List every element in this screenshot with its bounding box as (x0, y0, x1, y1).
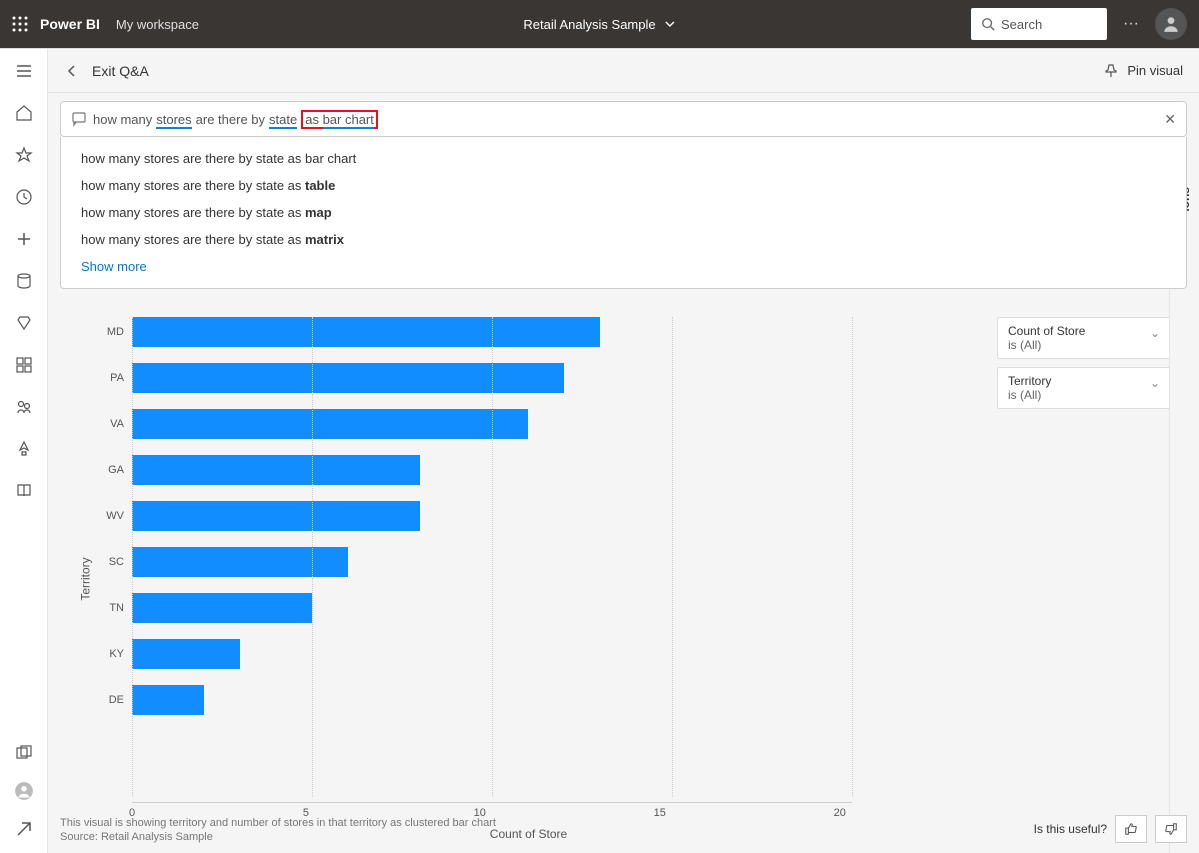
bar-row[interactable]: SC (132, 547, 997, 577)
useful-prompt: Is this useful? (1034, 822, 1107, 836)
y-axis-label: Territory (79, 557, 93, 600)
clear-icon[interactable]: ✕ (1164, 111, 1176, 128)
thumbs-up-icon (1124, 822, 1138, 836)
bar-row[interactable]: DE (132, 685, 997, 715)
main-canvas: Exit Q&A Pin visual how many stores are … (48, 49, 1199, 853)
bar-category-label: KY (96, 648, 124, 660)
hamburger-icon[interactable] (14, 61, 34, 81)
global-header: Power BI My workspace Retail Analysis Sa… (0, 0, 1199, 48)
goals-icon[interactable] (14, 313, 34, 333)
gridline (132, 317, 133, 797)
search-input[interactable]: Search (971, 8, 1107, 40)
report-title[interactable]: Retail Analysis Sample (523, 17, 675, 32)
bar-row[interactable]: PA (132, 363, 997, 393)
thumbs-up-button[interactable] (1115, 815, 1147, 843)
chat-icon (71, 111, 87, 127)
bar-row[interactable]: GA (132, 455, 997, 485)
bar-category-label: DE (96, 694, 124, 706)
report-title-text: Retail Analysis Sample (523, 17, 655, 32)
learn-icon[interactable] (14, 481, 34, 501)
workspace-label[interactable]: My workspace (116, 17, 199, 32)
bar-category-label: GA (96, 464, 124, 476)
bar-category-label: MD (96, 326, 124, 338)
bar-rect[interactable] (132, 501, 420, 531)
recent-icon[interactable] (14, 187, 34, 207)
bar-row[interactable]: MD (132, 317, 997, 347)
suggestion-row[interactable]: how many stores are there by state as ta… (81, 172, 1166, 199)
user-avatar[interactable] (1155, 8, 1187, 40)
gridline (492, 317, 493, 797)
command-bar: Exit Q&A Pin visual (48, 49, 1199, 93)
brand-label: Power BI (40, 16, 100, 32)
more-options-icon[interactable]: ··· (1119, 11, 1143, 37)
gridline (672, 317, 673, 797)
thumbs-down-icon (1164, 822, 1178, 836)
bar-row[interactable]: KY (132, 639, 997, 669)
left-nav-rail (0, 49, 48, 853)
bar-category-label: PA (96, 372, 124, 384)
deployment-icon[interactable] (14, 439, 34, 459)
person-icon (1162, 15, 1180, 33)
qna-input[interactable]: how many stores are there by state as ba… (60, 101, 1187, 137)
footer-info: This visual is showing territory and num… (60, 815, 1187, 843)
gridline (852, 317, 853, 797)
pin-visual-button[interactable]: Pin visual (1103, 63, 1183, 79)
show-more-link[interactable]: Show more (81, 253, 1166, 276)
bar-category-label: VA (96, 418, 124, 430)
pin-icon (1103, 63, 1119, 79)
bar-rect[interactable] (132, 455, 420, 485)
pin-label: Pin visual (1127, 63, 1183, 78)
filter-card[interactable]: Count of Storeis (All)⌄◇ (997, 317, 1187, 359)
create-icon[interactable] (14, 229, 34, 249)
bar-category-label: WV (96, 510, 124, 522)
bar-rect[interactable] (132, 363, 564, 393)
bar-category-label: TN (96, 602, 124, 614)
gridline (312, 317, 313, 797)
filter-value: is (All) (1008, 338, 1176, 352)
my-workspace-icon[interactable] (14, 781, 34, 801)
filters-panel: Count of Storeis (All)⌄◇ Territoryis (All… (997, 317, 1187, 841)
visual-description: This visual is showing territory and num… (60, 817, 496, 829)
search-placeholder: Search (1001, 17, 1042, 32)
chevron-down-icon[interactable]: ⌄ (1150, 326, 1160, 340)
app-launcher-icon[interactable] (12, 16, 28, 32)
thumbs-down-button[interactable] (1155, 815, 1187, 843)
bar-rect[interactable] (132, 409, 528, 439)
workspaces-icon[interactable] (14, 743, 34, 763)
suggestion-dropdown: how many stores are there by state as ba… (60, 137, 1187, 289)
back-chevron-icon (64, 63, 80, 79)
filter-card[interactable]: Territoryis (All)⌄◇ (997, 367, 1187, 409)
bar-chart[interactable]: Territory MDPAVAGAWVSCTNKYDE 05101520 Co… (60, 317, 997, 841)
suggestion-row[interactable]: how many stores are there by state as ba… (81, 145, 1166, 172)
chevron-down-icon[interactable]: ⌄ (1150, 376, 1160, 390)
home-icon[interactable] (14, 103, 34, 123)
expand-icon[interactable] (14, 819, 34, 839)
bar-category-label: SC (96, 556, 124, 568)
qna-text: how many stores are there by state as ba… (93, 110, 378, 129)
bar-rect[interactable] (132, 593, 312, 623)
exit-qna-button[interactable]: Exit Q&A (64, 63, 149, 79)
shared-icon[interactable] (14, 397, 34, 417)
apps-icon[interactable] (14, 355, 34, 375)
visual-source: Source: Retail Analysis Sample (60, 831, 496, 843)
bar-rect[interactable] (132, 547, 348, 577)
suggestion-row[interactable]: how many stores are there by state as ma… (81, 226, 1166, 253)
bar-row[interactable]: WV (132, 501, 997, 531)
search-icon (981, 17, 995, 31)
bar-rect[interactable] (132, 639, 240, 669)
suggestion-row[interactable]: how many stores are there by state as ma… (81, 199, 1166, 226)
exit-qna-label: Exit Q&A (92, 63, 149, 79)
bar-rect[interactable] (132, 317, 600, 347)
bar-row[interactable]: TN (132, 593, 997, 623)
favorites-icon[interactable] (14, 145, 34, 165)
filter-value: is (All) (1008, 388, 1176, 402)
chevron-down-icon (664, 18, 676, 30)
bar-rect[interactable] (132, 685, 204, 715)
datasets-icon[interactable] (14, 271, 34, 291)
bar-row[interactable]: VA (132, 409, 997, 439)
